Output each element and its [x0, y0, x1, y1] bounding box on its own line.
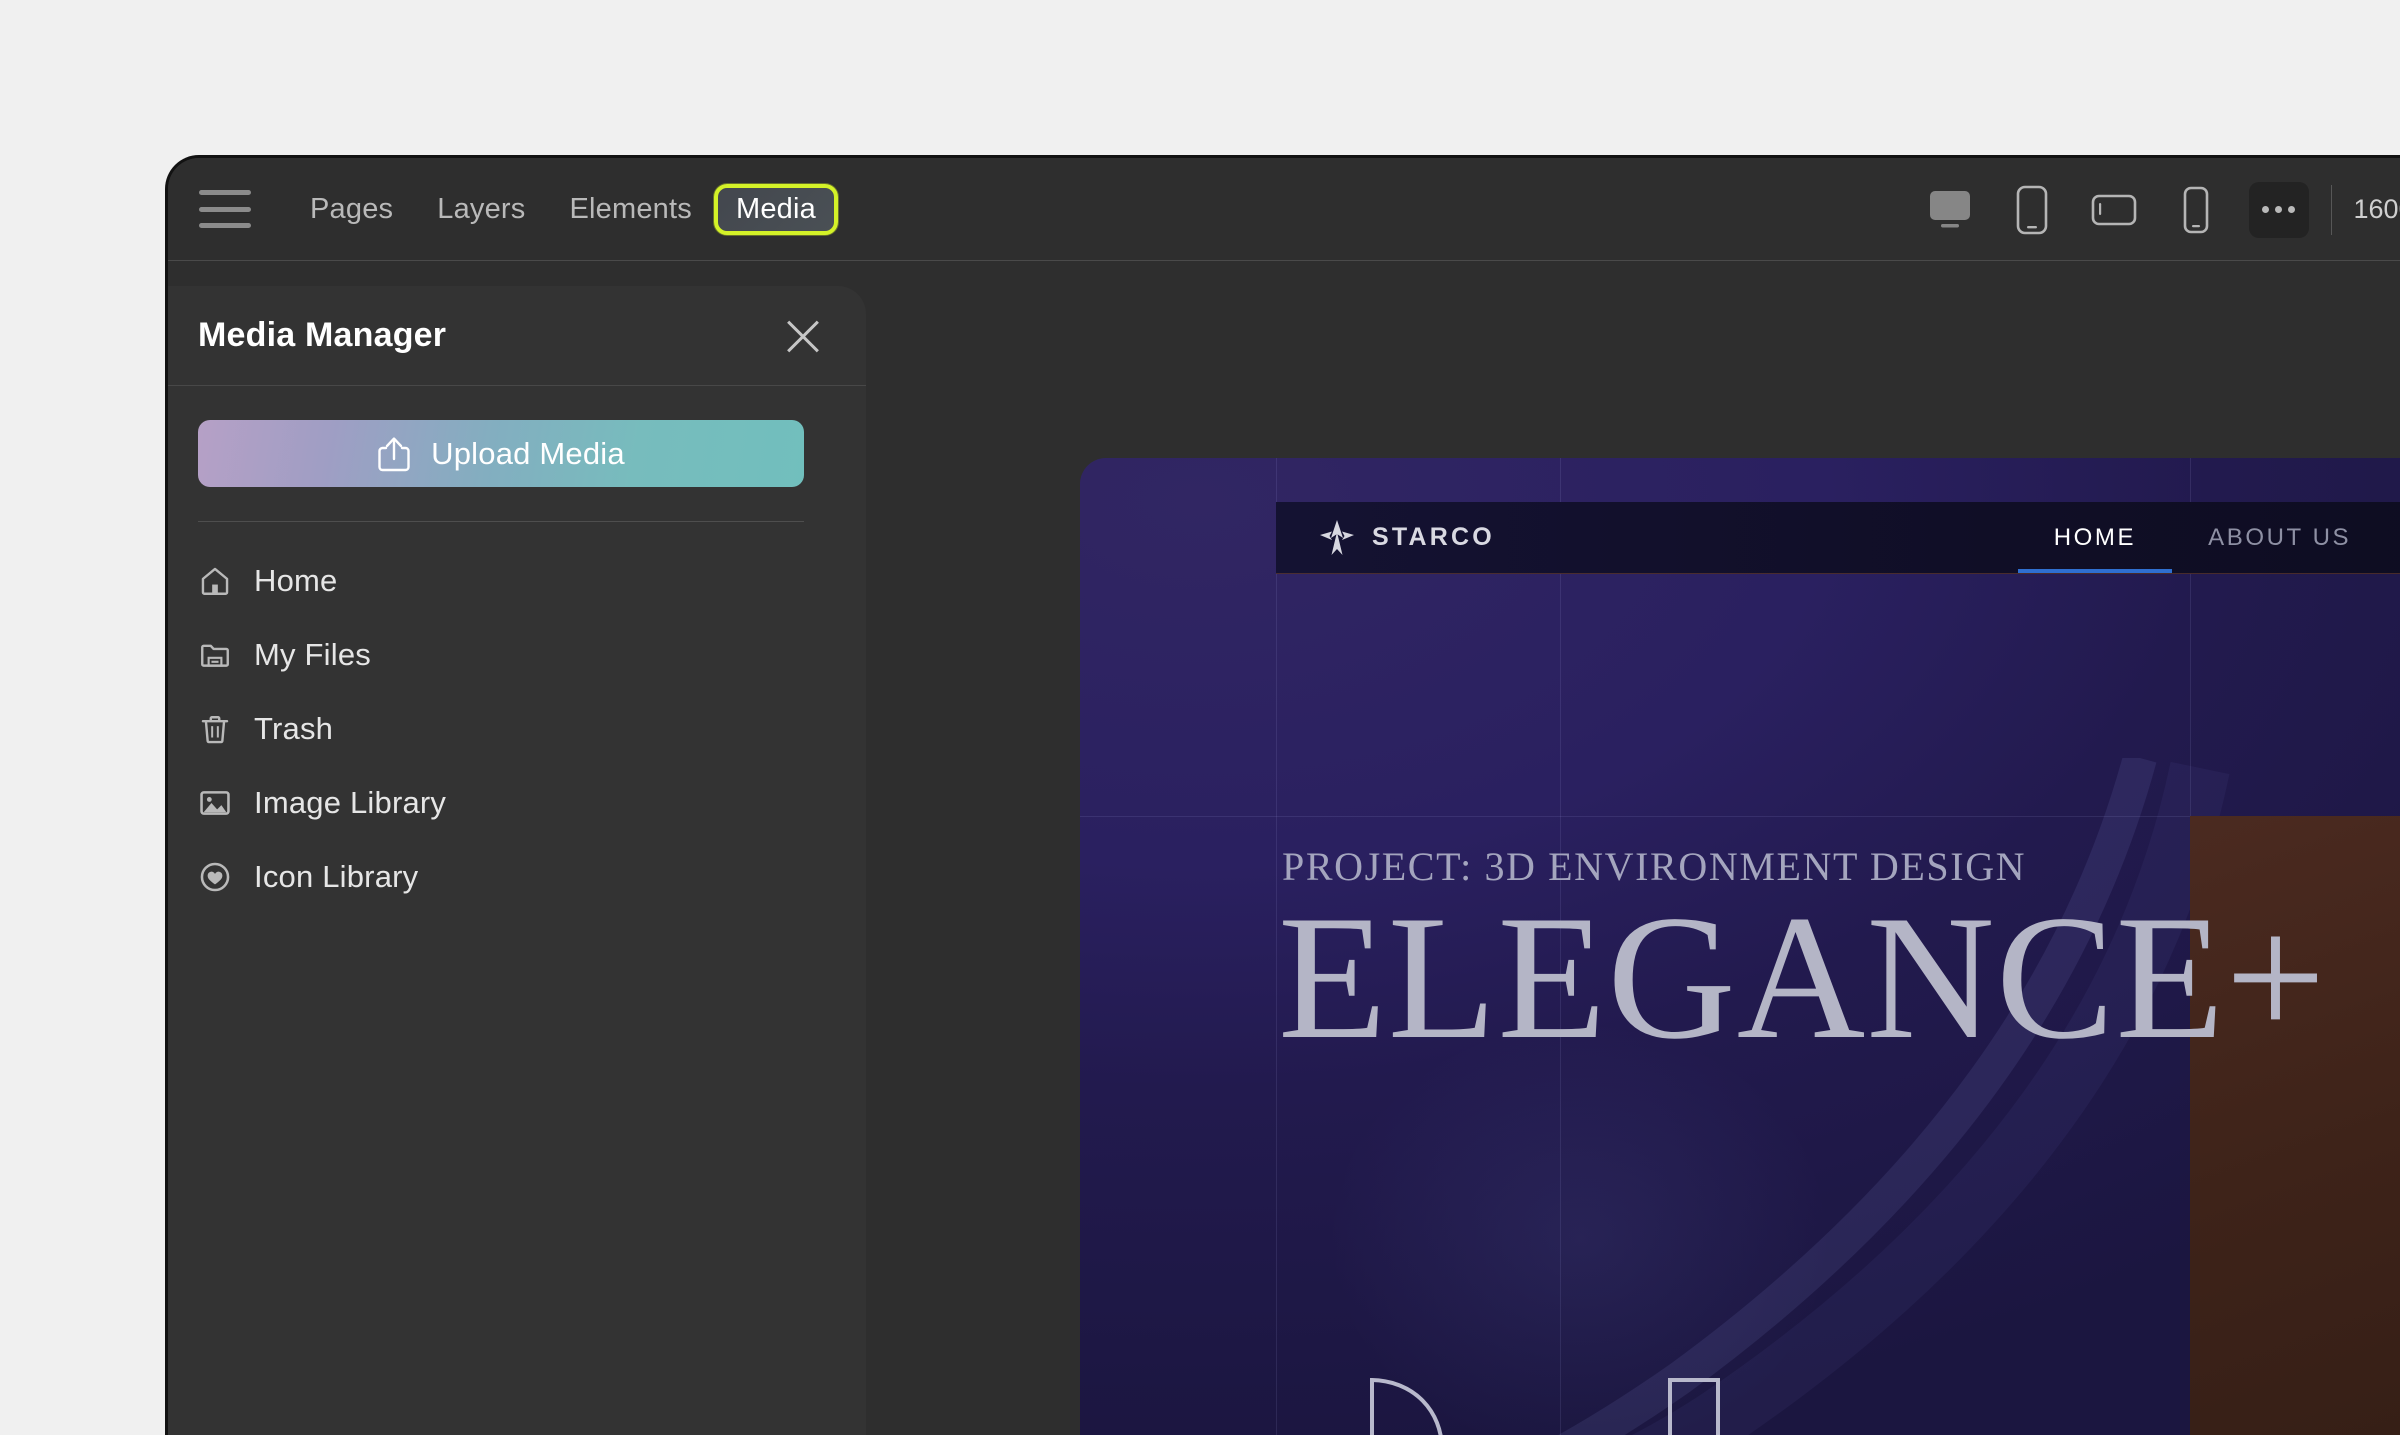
upload-share-icon [378, 436, 410, 471]
mobile-icon [2183, 186, 2208, 233]
upload-media-button[interactable]: Upload Media [198, 420, 804, 487]
open-square-icon [1668, 1378, 1720, 1435]
mobile-view-button[interactable] [2163, 179, 2229, 241]
app-window: Pages Layers Elements Media 160 Media Ma… [165, 155, 2400, 1435]
more-options-button[interactable] [2248, 181, 2309, 238]
image-icon [200, 791, 230, 815]
sidebar-item-label: Trash [254, 711, 334, 746]
sidebar-item-label: Home [254, 563, 338, 598]
panel-divider [198, 521, 804, 522]
canvas-preview[interactable]: STARCO HOME ABOUT US PROJECTS PROJECT: 3… [1080, 458, 2400, 1435]
canvas-width-value[interactable]: 1600px [2354, 194, 2400, 225]
tab-layers[interactable]: Layers [415, 184, 547, 235]
tab-media[interactable]: Media [713, 183, 838, 235]
sidebar-item-label: My Files [254, 637, 371, 672]
sidebar-item-trash[interactable]: Trash [198, 692, 804, 766]
toolbar-divider [2330, 184, 2332, 235]
tab-pages[interactable]: Pages [288, 184, 415, 235]
hamburger-bar [199, 223, 251, 228]
heart-circle-icon [200, 862, 230, 892]
canvas-width-number: 1600 [2353, 194, 2400, 224]
media-manager-header: Media Manager [168, 286, 866, 386]
sidebar-item-label: Icon Library [254, 859, 419, 894]
media-nav-list: Home My Files Trash Image Library Icon L… [168, 544, 866, 914]
panel-title: Media Manager [198, 316, 447, 354]
device-toolbar: 1600px [1909, 158, 2400, 261]
folder-icon [201, 644, 229, 667]
layout-guide [1276, 458, 1277, 1435]
site-nav-links: HOME ABOUT US PROJECTS [2017, 502, 2400, 573]
dot [2262, 206, 2270, 213]
site-link-home[interactable]: HOME [2017, 502, 2173, 573]
tablet-landscape-view-button[interactable] [2081, 179, 2147, 241]
site-link-about-us[interactable]: ABOUT US [2172, 502, 2387, 573]
upload-media-label: Upload Media [431, 435, 625, 471]
tablet-portrait-view-button[interactable] [1999, 179, 2065, 241]
dot [2288, 206, 2296, 213]
main-tabs: Pages Layers Elements Media [288, 183, 838, 235]
site-brand[interactable]: STARCO [1318, 518, 1495, 558]
site-brand-name: STARCO [1372, 523, 1495, 551]
monitor-icon [1929, 190, 1970, 227]
hamburger-bar [199, 206, 251, 212]
trash-icon [201, 716, 229, 744]
site-link-projects[interactable]: PROJECTS [2387, 502, 2400, 573]
close-icon[interactable] [780, 313, 826, 359]
star-arrow-logo-icon [1320, 519, 1354, 555]
home-icon [201, 567, 229, 595]
sidebar-item-home[interactable]: Home [198, 544, 804, 618]
sidebar-item-label: Image Library [254, 785, 447, 820]
hamburger-icon[interactable] [199, 190, 251, 228]
desktop-view-button[interactable] [1917, 179, 1983, 241]
site-header: STARCO HOME ABOUT US PROJECTS [1276, 502, 2400, 574]
sidebar-item-my-files[interactable]: My Files [198, 618, 804, 692]
sidebar-item-icon-library[interactable]: Icon Library [198, 840, 804, 914]
top-toolbar: Pages Layers Elements Media 160 [168, 158, 2400, 261]
dot [2275, 206, 2283, 213]
hero-title: ELEGANCE+ [1278, 878, 2327, 1076]
tablet-landscape-icon [2091, 194, 2136, 225]
category-character[interactable]: CHARACTER [1656, 1376, 1832, 1435]
sidebar-item-image-library[interactable]: Image Library [198, 766, 804, 840]
quarter-circle-icon [1370, 1377, 1443, 1435]
hamburger-bar [199, 190, 251, 195]
category-environment[interactable]: ENVIRONMENT [1368, 1376, 1578, 1435]
tab-elements[interactable]: Elements [547, 184, 714, 235]
tablet-portrait-icon [2016, 185, 2047, 234]
media-manager-panel: Media Manager Upload Media Home My Files… [168, 286, 866, 1435]
